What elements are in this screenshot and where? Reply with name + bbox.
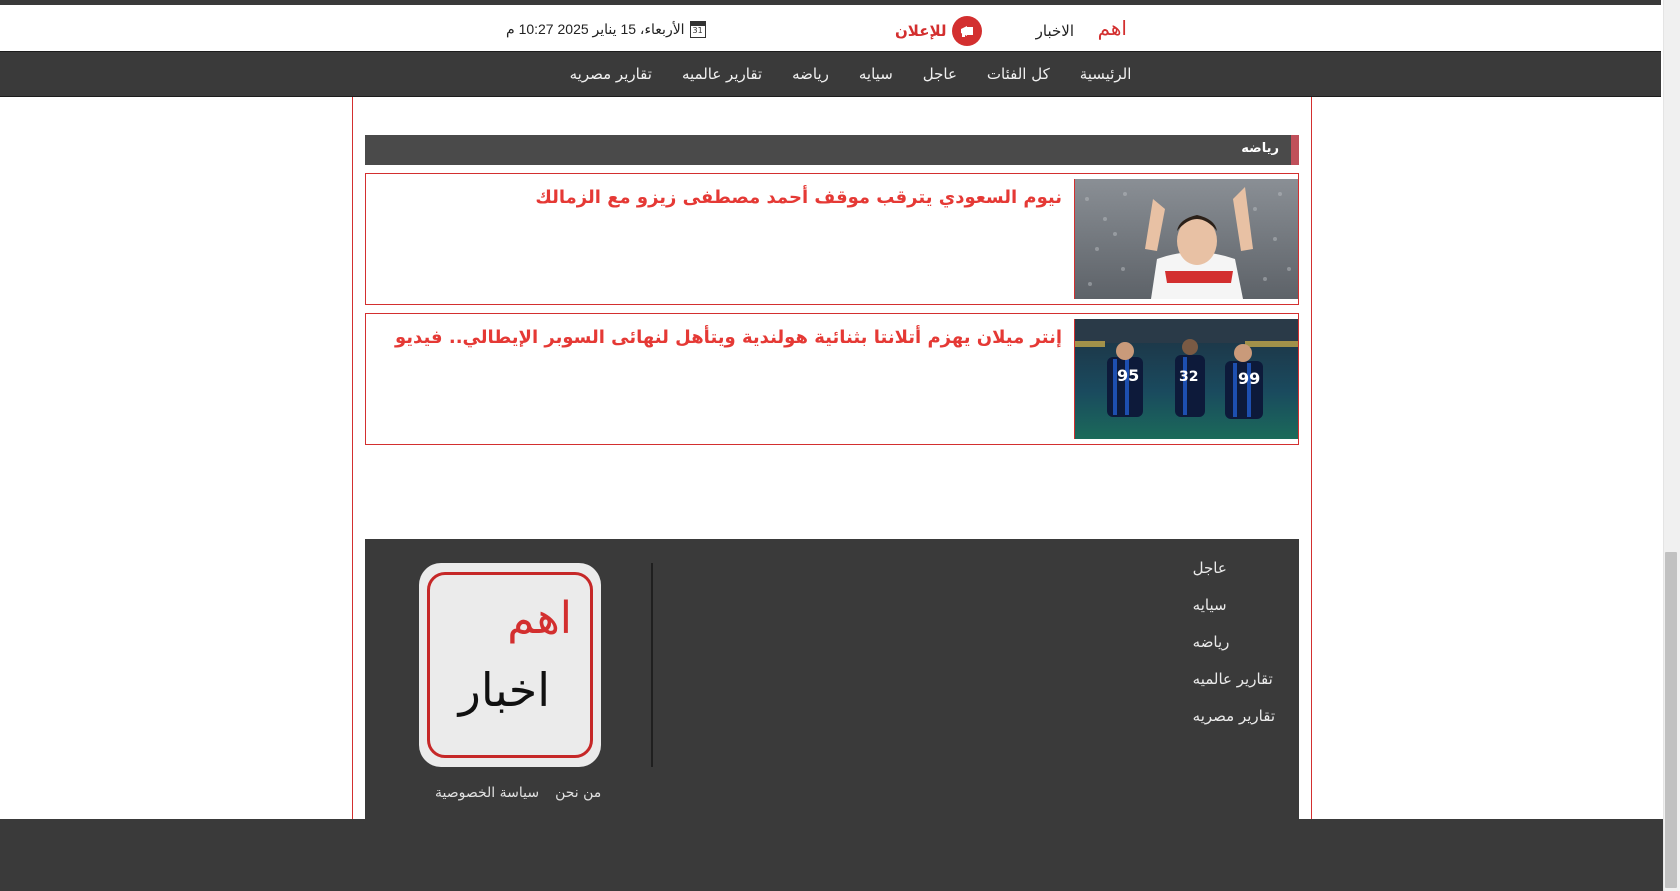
main-navigation: الرئيسية كل الفئات عاجل سيايه رياضه تقار… xyxy=(0,51,1661,97)
advertise-label: للإعلان xyxy=(895,22,947,40)
logo-sub-text: الاخبار xyxy=(1035,22,1074,40)
nav-item-breaking[interactable]: عاجل xyxy=(908,65,972,83)
footer-logo-sub-text: اخبار xyxy=(458,663,550,717)
footer-link-sports[interactable]: رياضه xyxy=(1193,633,1230,651)
page-bottom-band xyxy=(0,819,1663,891)
advertise-link[interactable]: للإعلان xyxy=(895,15,983,47)
article-card[interactable]: 95 32 99 إنتر ميلان يهزم أتلانتا بثنائية… xyxy=(365,313,1299,445)
jersey-number: 95 xyxy=(1117,366,1139,385)
footer-logo[interactable]: اهم اخبار xyxy=(419,563,601,767)
logo-main-text: اهم xyxy=(1097,16,1127,40)
nav-item-home[interactable]: الرئيسية xyxy=(1065,65,1147,83)
nav-item-egypt-reports[interactable]: تقارير مصريه xyxy=(555,65,667,83)
megaphone-icon xyxy=(952,16,983,46)
footer-logo-main-text: اهم xyxy=(507,593,572,644)
calendar-day: 31 xyxy=(692,26,703,35)
footer-bottom-links: من نحن سياسة الخصوصية xyxy=(435,785,601,801)
footer-link-world-reports[interactable]: تقارير عالميه xyxy=(1193,670,1273,688)
article-title[interactable]: نيوم السعودي يترقب موقف أحمد مصطفى زيزو … xyxy=(535,187,1062,208)
calendar-icon: 31 xyxy=(689,21,706,38)
footer-link-politics[interactable]: سيايه xyxy=(1193,596,1227,614)
scrollbar-thumb[interactable] xyxy=(1665,552,1677,888)
footer-link-breaking[interactable]: عاجل xyxy=(1193,559,1227,577)
footer-link-egypt-reports[interactable]: تقارير مصريه xyxy=(1193,707,1275,725)
section-title[interactable]: رياضه xyxy=(1241,141,1279,156)
article-card[interactable]: نيوم السعودي يترقب موقف أحمد مصطفى زيزو … xyxy=(365,173,1299,305)
jersey-number: 99 xyxy=(1238,369,1260,388)
nav-item-world-reports[interactable]: تقارير عالميه xyxy=(667,65,777,83)
jersey-number: 32 xyxy=(1179,369,1198,385)
nav-item-sports[interactable]: رياضه xyxy=(777,65,844,83)
site-logo[interactable]: اهم الاخبار xyxy=(1009,13,1149,49)
footer-links: عاجل سيايه رياضه تقارير عالميه تقارير مص… xyxy=(1193,559,1275,725)
date-text: الأربعاء، 15 يناير 2025 10:27 م xyxy=(506,21,685,37)
current-date: 31 الأربعاء، 15 يناير 2025 10:27 م xyxy=(506,21,706,38)
top-header: اهم الاخبار للإعلان 31 الأربعاء، 15 يناي… xyxy=(0,5,1661,51)
section-header: رياضه xyxy=(365,135,1299,165)
nav-item-all-categories[interactable]: كل الفئات xyxy=(972,65,1065,83)
about-us-link[interactable]: من نحن xyxy=(555,785,601,801)
privacy-policy-link[interactable]: سياسة الخصوصية xyxy=(435,785,539,801)
article-image[interactable] xyxy=(1074,179,1298,299)
article-image[interactable]: 95 32 99 xyxy=(1074,319,1298,439)
nav-item-politics[interactable]: سيايه xyxy=(844,65,908,83)
footer-divider xyxy=(651,563,653,767)
article-title[interactable]: إنتر ميلان يهزم أتلانتا بثنائية هولندية … xyxy=(395,327,1062,348)
site-footer: عاجل سيايه رياضه تقارير عالميه تقارير مص… xyxy=(365,539,1299,819)
